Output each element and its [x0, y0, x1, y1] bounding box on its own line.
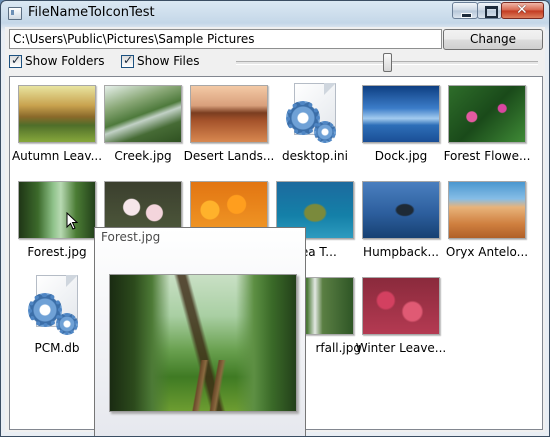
maximize-button[interactable]	[477, 2, 502, 19]
minimize-button[interactable]	[452, 2, 478, 19]
list-item[interactable]: Desert Lands...	[183, 81, 275, 173]
thumbnail-image	[448, 181, 526, 239]
list-item[interactable]: Oryx Antelo...	[444, 177, 530, 269]
file-name-label: desktop.ini	[282, 149, 348, 163]
minimize-icon	[461, 13, 472, 18]
list-item[interactable]: Winter Leave...	[355, 273, 447, 365]
title-bar[interactable]: FileNameToIconTest ✕	[1, 1, 549, 25]
thumbnail-image	[18, 181, 96, 239]
file-name-label: Autumn Leav...	[11, 149, 103, 163]
checkbox-box[interactable]: ✓	[9, 53, 22, 68]
list-item[interactable]: Forest Flowe...	[444, 81, 530, 173]
icon-size-slider-thumb[interactable]	[383, 53, 392, 72]
list-item[interactable]: Forest.jpg	[14, 177, 100, 269]
file-name-label: Winter Leave...	[355, 341, 447, 355]
file-name-label: PCM.db	[34, 341, 80, 355]
thumbnail-image	[190, 85, 268, 143]
app-window: FileNameToIconTest ✕ Change ✓ Show Folde…	[0, 0, 550, 437]
file-name-label: Oryx Antelo...	[445, 245, 529, 259]
window-title: FileNameToIconTest	[28, 5, 155, 20]
close-button[interactable]: ✕	[501, 2, 544, 19]
path-input[interactable]	[9, 29, 442, 49]
gear-icon	[314, 121, 336, 143]
settings-file-icon	[286, 83, 344, 145]
settings-file-icon	[28, 275, 86, 337]
file-name-label: Forest Flowe...	[443, 149, 531, 163]
file-name-label: Dock.jpg	[374, 149, 428, 163]
image-preview-tooltip: Forest.jpg	[94, 227, 306, 436]
file-name-label: Forest.jpg	[27, 245, 87, 259]
list-item[interactable]: Dock.jpg	[358, 81, 444, 173]
file-name-label: Creek.jpg	[114, 149, 172, 163]
change-button[interactable]: Change	[443, 29, 543, 50]
list-item[interactable]: desktop.ini	[272, 81, 358, 173]
tooltip-title: Forest.jpg	[101, 230, 161, 244]
thumbnail-image	[362, 85, 440, 143]
list-item[interactable]: Humpback...	[358, 177, 444, 269]
thumbnail-image	[104, 85, 182, 143]
checkmark-icon: ✓	[11, 53, 22, 67]
file-name-label: Desert Lands...	[183, 149, 275, 163]
checkbox-box[interactable]: ✓	[121, 53, 134, 68]
list-item[interactable]: Autumn Leav...	[11, 81, 103, 173]
list-item[interactable]: PCM.db	[14, 273, 100, 365]
show-folders-label: Show Folders	[25, 54, 105, 68]
checkmark-icon: ✓	[123, 53, 134, 67]
thumbnail-image	[362, 181, 440, 239]
list-item[interactable]: Creek.jpg	[100, 81, 186, 173]
thumbnail-image	[362, 277, 440, 335]
thumbnail-image	[18, 85, 96, 143]
thumbnail-image	[448, 85, 526, 143]
preview-image	[109, 274, 297, 412]
file-name-label: Humpback...	[363, 245, 439, 259]
gear-icon	[56, 313, 78, 335]
maximize-icon	[485, 6, 498, 18]
close-icon: ✕	[516, 2, 528, 18]
app-icon[interactable]	[8, 7, 22, 20]
show-files-label: Show Files	[137, 54, 200, 68]
